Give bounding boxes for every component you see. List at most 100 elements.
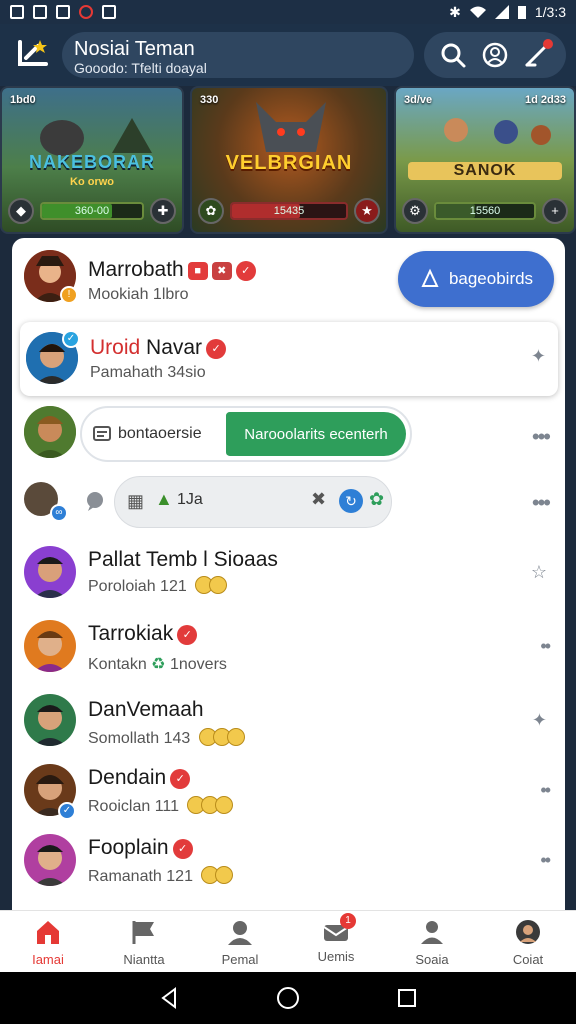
heroes-art [444,118,551,145]
sword-icon[interactable]: ✚ [150,198,176,224]
status-badge: ! [60,286,78,304]
app-logo-icon[interactable] [16,38,52,68]
avatar [24,620,76,672]
nav-newsfeed[interactable]: Niantta [96,911,192,972]
game-banner[interactable]: 3d/ve 1d 2d33 SANOK 15560 ⚙ + [394,86,576,234]
banner-progress: 360-00 [40,202,144,220]
person-icon [228,921,252,945]
group-icon [421,921,443,944]
list-item[interactable]: ! Marrobath ■ ✖ ✓ Mookiah 1lbro bageobirds [12,238,565,320]
banner-title: VELBRGIAN [225,152,353,174]
message-input[interactable]: ▦ ▲ 1Ja ✖ ↻ ✿ [114,476,392,528]
friend-status: Somollath 143 [88,730,191,747]
button-label: bageobirds [448,269,534,288]
shield-icon[interactable]: ◆ [8,198,34,224]
pin-icon[interactable]: ✦ [531,346,546,367]
more-options-icon[interactable]: ••• [532,490,551,516]
nav-label: Coiat [512,952,544,967]
crest-icon[interactable]: ★ [354,198,380,224]
edit-icon[interactable] [523,39,553,69]
clipboard-icon [102,5,116,19]
nav-messages[interactable]: 1 Uemis [288,911,384,972]
list-item[interactable]: Fooplain ✓ Ramanath 121 •• [12,830,565,902]
nav-home[interactable]: Iamai [0,911,96,972]
search-icon[interactable] [439,41,467,69]
notification-count: 1 [340,913,356,929]
friend-name: Dendain [88,766,167,789]
nav-profile[interactable]: Pemal [192,911,288,972]
plus-icon[interactable]: + [542,198,568,224]
bageobirds-button[interactable]: bageobirds [398,251,554,307]
flag-icon: ■ [187,262,208,280]
green-action-button[interactable]: Narooolarits ecenterh [226,412,406,456]
clock: 1/3:3 [534,4,566,20]
alert-icon: ✓ [235,261,256,281]
header-actions [424,32,566,78]
more-options-icon[interactable]: •• [540,636,551,657]
friend-name: Fooplain [88,836,169,859]
highlighted-friend-card[interactable]: ✓ Uroid Navar ✓ Pamahath 34sio ✦ [20,322,558,396]
status-bar: ✱ 1/3:3 [0,0,576,24]
nav-label: Niantta [123,952,165,967]
notification-icon [56,5,70,19]
gallery-icon [10,5,24,19]
refresh-icon[interactable]: ↻ [339,489,363,513]
banner-stat: 1d 2d33 [525,94,566,106]
nav-social[interactable]: Soaia [384,911,480,972]
title-pill[interactable]: Nosiai Teman Gooodo: Tfelti doayal [62,32,414,78]
chat-icon [93,426,111,441]
banner-tag: Ko orwo [70,176,114,188]
friend-name-highlight: Uroid [90,336,141,359]
add-friend-icon[interactable] [481,41,509,69]
grid-icon[interactable]: ▦ [127,491,144,512]
friend-name: Pallat Temb l Sioaas [88,548,278,571]
battery-icon [517,5,526,19]
list-item[interactable]: DanVemaah Somollath 143 ✦ [12,690,565,762]
alert-icon: ✓ [172,839,193,859]
shield-icon: ✖ [211,262,232,280]
avatar [24,406,76,458]
pin-icon[interactable]: ✦ [532,710,547,731]
home-circle-icon[interactable] [276,986,300,1010]
speech-bubble-icon[interactable] [84,490,106,512]
signal-icon [494,5,509,19]
avatar [24,834,76,886]
friend-name: Tarrokiak [88,622,174,645]
banner-stat: 1bd0 [10,94,36,106]
bluetooth-icon: ✱ [449,3,461,20]
thumbs-up-icon[interactable]: ▲ [155,489,173,510]
bell-icon [421,268,439,287]
recents-icon[interactable] [397,988,417,1008]
nav-label: Soaia [415,952,449,967]
emoji-icon [226,728,245,746]
game-banner[interactable]: 330 VELBRGIAN 15435 ✿ ★ [190,86,388,234]
back-icon[interactable] [159,987,179,1009]
star-icon[interactable]: ☆ [531,562,547,583]
game-banner[interactable]: 1bd0 NAKEBORAR Ko orwo 360-00 ◆ ✚ [0,86,184,234]
clover-icon[interactable]: ✿ [369,489,384,510]
alert-icon: ✓ [177,625,198,645]
friends-panel: ! Marrobath ■ ✖ ✓ Mookiah 1lbro bageobirds … [12,238,565,912]
friend-status: Ramanath 121 [88,868,193,885]
more-options-icon[interactable]: ••• [532,424,551,450]
gear-icon[interactable]: ⚙ [402,198,428,224]
friend-status-extra: 1novers [169,656,227,673]
friend-status: Pamahath 34sio [90,364,206,381]
avatar [24,546,76,598]
friend-name: Navar [146,336,203,359]
verified-badge: ✓ [58,802,76,820]
banner-progress: 15435 [230,202,348,220]
system-navigation [0,972,576,1024]
emoji-icon [215,866,234,884]
list-item[interactable]: Tarrokiak ✓ Kontakn ♻ 1novers •• [12,614,565,686]
nav-account[interactable]: Coiat [480,911,576,972]
tools-icon[interactable]: ✖ [311,489,326,510]
page-title: Nosiai Teman [74,38,195,60]
list-item[interactable]: ✓ Dendain ✓ Rooiclan 111 •• [12,760,565,832]
alert-icon: ✓ [206,339,227,359]
leaf-icon[interactable]: ✿ [198,198,224,224]
more-options-icon[interactable]: •• [540,780,551,801]
list-item[interactable]: Pallat Temb l Sioaas Poroloiah 121 ☆ [12,538,565,610]
banner-stat: 3d/ve [404,94,433,106]
more-options-icon[interactable]: •• [540,850,551,871]
